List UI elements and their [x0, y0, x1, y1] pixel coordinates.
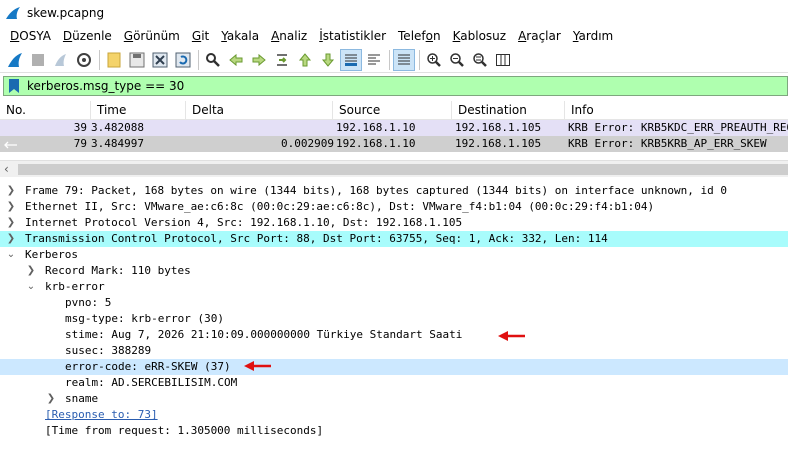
menu-item[interactable]: Yakala — [215, 26, 265, 46]
tree-row-realm[interactable]: realm: AD.SERCEBILISIM.COM — [0, 375, 788, 391]
find-icon[interactable] — [202, 49, 224, 71]
packet-delta: 0.002909 — [281, 137, 334, 150]
main-toolbar — [0, 47, 788, 73]
menu-bar: DOSYA Düzenle Görünüm Git Yakala Analiz İstati… — [0, 26, 788, 46]
menu-item[interactable]: Yardım — [567, 26, 619, 46]
tree-row-record-mark[interactable]: ❯ Record Mark: 110 bytes — [0, 263, 788, 279]
resize-columns-icon[interactable] — [492, 49, 514, 71]
annotation-arrow-error-code — [244, 361, 271, 371]
column-header-source[interactable]: Source — [333, 101, 452, 120]
tree-row-kerberos[interactable]: ⌄ Kerberos — [0, 247, 788, 263]
column-header-no[interactable]: No. — [0, 101, 91, 120]
tree-row-ethernet[interactable]: ❯ Ethernet II, Src: VMware_ae:c6:8c (00:… — [0, 199, 788, 215]
bookmark-icon[interactable] — [7, 78, 21, 94]
goto-packet-icon[interactable] — [271, 49, 293, 71]
restart-icon[interactable] — [50, 49, 72, 71]
display-filter-input[interactable] — [27, 79, 727, 93]
menu-item[interactable]: Analiz — [265, 26, 313, 46]
menu-item[interactable]: Telefon — [392, 26, 447, 46]
chevron-right-icon[interactable]: ❯ — [6, 199, 16, 215]
annotation-arrow-stime — [498, 331, 525, 341]
packet-info: KRB Error: KRB5KRB_AP_ERR_SKEW — [568, 137, 767, 150]
stop-icon[interactable] — [27, 49, 49, 71]
column-header-info[interactable]: Info — [565, 101, 788, 120]
menu-item[interactable]: Görünüm — [118, 26, 186, 46]
tree-row-ip[interactable]: ❯ Internet Protocol Version 4, Src: 192.… — [0, 215, 788, 231]
first-packet-icon[interactable] — [294, 49, 316, 71]
packet-list-header: No. Time Delta Source Destination Info — [0, 101, 788, 120]
tree-row-sname[interactable]: ❯ sname — [0, 391, 788, 407]
tree-row-susec[interactable]: susec: 388289 — [0, 343, 788, 359]
toolbar-separator — [389, 49, 390, 70]
title-bar: skew.pcapng — [0, 0, 788, 26]
forward-icon[interactable] — [248, 49, 270, 71]
related-packet-icon — [4, 141, 17, 149]
packet-time: 3.482088 — [91, 121, 144, 134]
packet-destination: 192.168.1.105 — [455, 137, 542, 150]
packet-info: KRB Error: KRB5KDC_ERR_PREAUTH_REQUIRED — [568, 121, 788, 134]
tree-row-time-from-request[interactable]: [Time from request: 1.305000 millisecond… — [0, 423, 788, 439]
menu-item[interactable]: Düzenle — [57, 26, 118, 46]
coloring-rules-icon[interactable] — [393, 48, 415, 71]
tree-row-krb-error[interactable]: ⌄ krb-error — [0, 279, 788, 295]
menu-item[interactable]: Araçlar — [512, 26, 567, 46]
chevron-right-icon[interactable]: ❯ — [26, 263, 36, 279]
colorize-icon[interactable] — [363, 49, 385, 71]
toolbar-separator — [99, 49, 100, 70]
tree-row-error-code[interactable]: error-code: eRR-SKEW (37) — [0, 359, 788, 375]
scroll-left-icon[interactable]: ‹ — [4, 162, 9, 176]
last-packet-icon[interactable] — [317, 49, 339, 71]
open-file-icon[interactable] — [103, 49, 125, 71]
tree-row-pvno[interactable]: pvno: 5 — [0, 295, 788, 311]
packet-destination: 192.168.1.105 — [455, 121, 542, 134]
packet-row[interactable]: 39 3.482088 192.168.1.10 192.168.1.105 K… — [0, 120, 788, 136]
column-header-destination[interactable]: Destination — [452, 101, 565, 120]
packet-list-scrollbar[interactable]: ‹ — [0, 160, 788, 177]
close-file-icon[interactable] — [149, 49, 171, 71]
column-header-time[interactable]: Time — [91, 101, 186, 120]
response-to-link[interactable]: [Response to: 73] — [45, 407, 158, 423]
toolbar-separator — [419, 49, 420, 70]
zoom-out-icon[interactable] — [446, 49, 468, 71]
chevron-right-icon[interactable]: ❯ — [6, 183, 16, 199]
back-icon[interactable] — [225, 49, 247, 71]
packet-no: 39 — [73, 121, 87, 134]
packet-source: 192.168.1.10 — [336, 137, 416, 150]
menu-item[interactable]: Git — [186, 26, 215, 46]
tree-row-frame[interactable]: ❯ Frame 79: Packet, 168 bytes on wire (1… — [0, 183, 788, 199]
zoom-in-icon[interactable] — [423, 49, 445, 71]
options-icon[interactable] — [73, 49, 95, 71]
packet-source: 192.168.1.10 — [336, 121, 416, 134]
menu-item[interactable]: İstatistikler — [313, 26, 392, 46]
shark-fin-icon[interactable] — [4, 49, 26, 71]
normal-size-icon[interactable] — [469, 49, 491, 71]
wireshark-fin-icon — [6, 7, 20, 19]
save-file-icon[interactable] — [126, 49, 148, 71]
scrollbar-thumb[interactable] — [18, 164, 788, 175]
packet-row[interactable]: 79 3.484997 0.002909 192.168.1.10 192.16… — [0, 136, 788, 152]
chevron-down-icon[interactable]: ⌄ — [6, 247, 16, 263]
tree-row-msg-type[interactable]: msg-type: krb-error (30) — [0, 311, 788, 327]
autoscroll-icon[interactable] — [340, 48, 362, 71]
packet-time: 3.484997 — [91, 137, 144, 150]
chevron-right-icon[interactable]: ❯ — [6, 215, 16, 231]
window-title: skew.pcapng — [27, 6, 105, 20]
chevron-down-icon[interactable]: ⌄ — [26, 279, 36, 295]
toolbar-separator — [198, 49, 199, 70]
column-header-delta[interactable]: Delta — [186, 101, 333, 120]
menu-item[interactable]: DOSYA — [4, 26, 57, 46]
chevron-right-icon[interactable]: ❯ — [6, 231, 16, 247]
packet-delta — [186, 120, 336, 136]
menu-item[interactable]: Kablosuz — [447, 26, 512, 46]
chevron-right-icon[interactable]: ❯ — [46, 391, 56, 407]
reload-icon[interactable] — [172, 49, 194, 71]
tree-row-response-to[interactable]: [Response to: 73] — [0, 407, 788, 423]
tree-row-stime[interactable]: stime: Aug 7, 2026 21:10:09.000000000 Tü… — [0, 327, 788, 343]
packet-details-tree: ❯ Frame 79: Packet, 168 bytes on wire (1… — [0, 182, 788, 450]
display-filter-bar — [3, 76, 788, 96]
packet-list: 39 3.482088 192.168.1.10 192.168.1.105 K… — [0, 120, 788, 152]
tree-row-tcp[interactable]: ❯ Transmission Control Protocol, Src Por… — [0, 231, 788, 247]
